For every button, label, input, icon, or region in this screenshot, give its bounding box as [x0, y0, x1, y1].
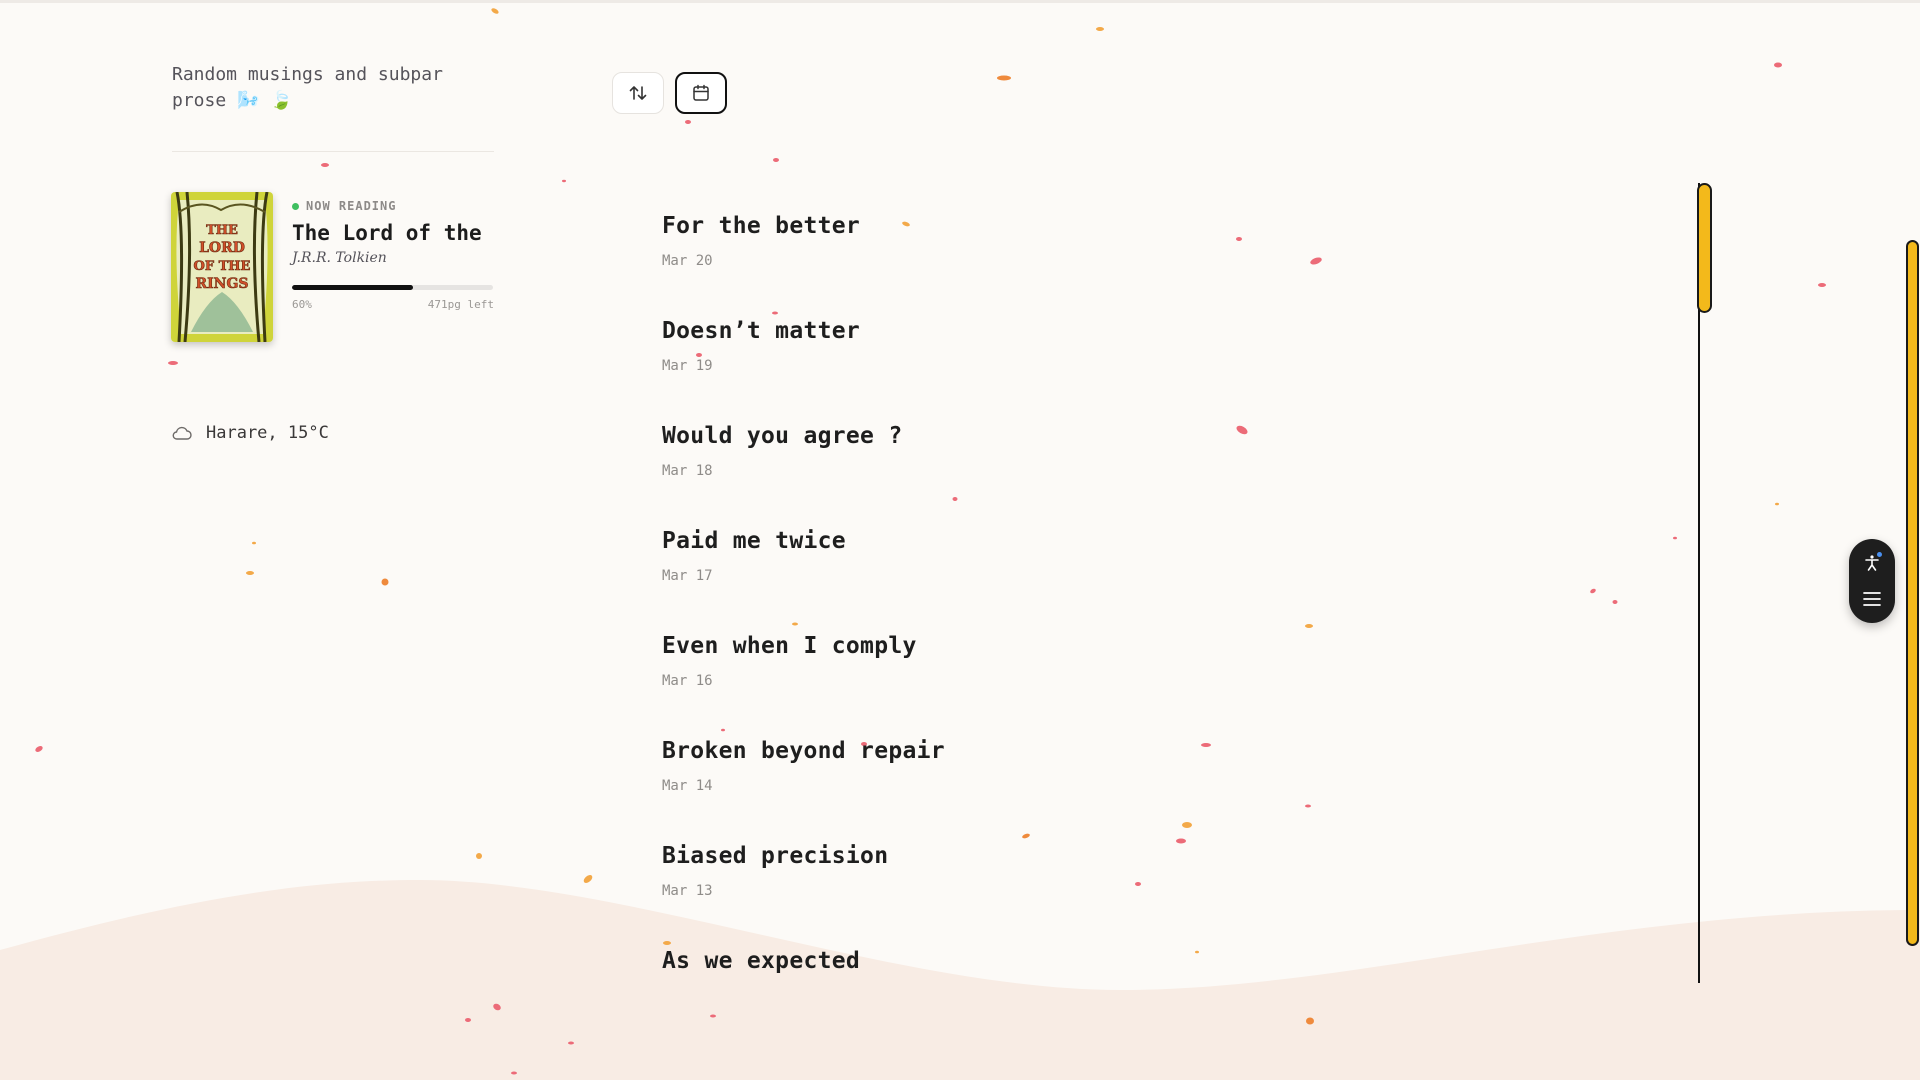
post-item[interactable]: Would you agree ? Mar 18 [662, 423, 903, 479]
post-item[interactable]: As we expected [662, 948, 860, 974]
status-dot [292, 202, 299, 210]
post-item[interactable]: Broken beyond repair Mar 14 [662, 738, 945, 794]
reading-progress-bar [292, 285, 493, 290]
menu-icon [1863, 591, 1881, 606]
post-date: Mar 16 [662, 673, 713, 689]
post-title[interactable]: Paid me twice [662, 528, 846, 554]
book-author: J.R.R. Tolkien [292, 250, 387, 266]
post-item[interactable]: Biased precision Mar 13 [662, 843, 888, 899]
post-title[interactable]: Would you agree ? [662, 423, 903, 449]
calendar-button[interactable] [675, 72, 727, 114]
post-item[interactable]: For the better Mar 20 [662, 213, 860, 269]
progress-percent: 60% [292, 298, 312, 311]
decorative-wave [0, 880, 1920, 1080]
post-date: Mar 14 [662, 778, 713, 794]
page-scrollbar[interactable] [1906, 240, 1919, 946]
post-item[interactable]: Paid me twice Mar 17 [662, 528, 846, 584]
weather-text: Harare, 15°C [206, 423, 329, 443]
now-reading-label: NOW READING [292, 199, 396, 213]
post-date: Mar 19 [662, 358, 713, 374]
reading-progress-fill [292, 285, 413, 290]
post-date: Mar 13 [662, 883, 713, 899]
svg-text:OF THE: OF THE [194, 259, 251, 274]
post-date: Mar 20 [662, 253, 713, 269]
post-title[interactable]: Biased precision [662, 843, 888, 869]
post-title[interactable]: As we expected [662, 948, 860, 974]
calendar-icon [693, 84, 709, 101]
post-item[interactable]: Even when I comply Mar 16 [662, 633, 917, 689]
sort-button[interactable] [612, 72, 664, 114]
svg-text:THE: THE [206, 223, 238, 238]
post-title[interactable]: Doesn’t matter [662, 318, 860, 344]
post-date: Mar 17 [662, 568, 713, 584]
now-reading-text: NOW READING [306, 199, 397, 213]
site-tagline: Random musings and subpar prose 🌬️ 🍃 [172, 64, 443, 111]
notification-dot [1877, 552, 1882, 558]
weather-widget: Harare, 15°C [172, 423, 329, 443]
floating-widget [1849, 539, 1895, 623]
post-title[interactable]: Broken beyond repair [662, 738, 945, 764]
pages-left: 471pg left [427, 298, 494, 311]
post-date: Mar 18 [662, 463, 713, 479]
svg-text:RINGS: RINGS [195, 276, 248, 292]
post-title[interactable]: For the better [662, 213, 860, 239]
book-cover[interactable]: THE LORD OF THE RINGS [171, 192, 273, 342]
post-title[interactable]: Even when I comply [662, 633, 917, 659]
timeline-thumb[interactable] [1697, 183, 1712, 313]
menu-button[interactable] [1857, 584, 1887, 614]
accessibility-icon [1865, 555, 1879, 572]
book-title[interactable]: The Lord of the Rings [292, 221, 494, 245]
sidebar-divider [172, 151, 494, 152]
sort-arrows-icon [629, 86, 647, 100]
post-item[interactable]: Doesn’t matter Mar 19 [662, 318, 860, 374]
svg-text:LORD: LORD [199, 240, 245, 256]
cloud-icon [172, 426, 192, 440]
accessibility-button[interactable] [1857, 548, 1887, 578]
top-border [0, 0, 1920, 3]
